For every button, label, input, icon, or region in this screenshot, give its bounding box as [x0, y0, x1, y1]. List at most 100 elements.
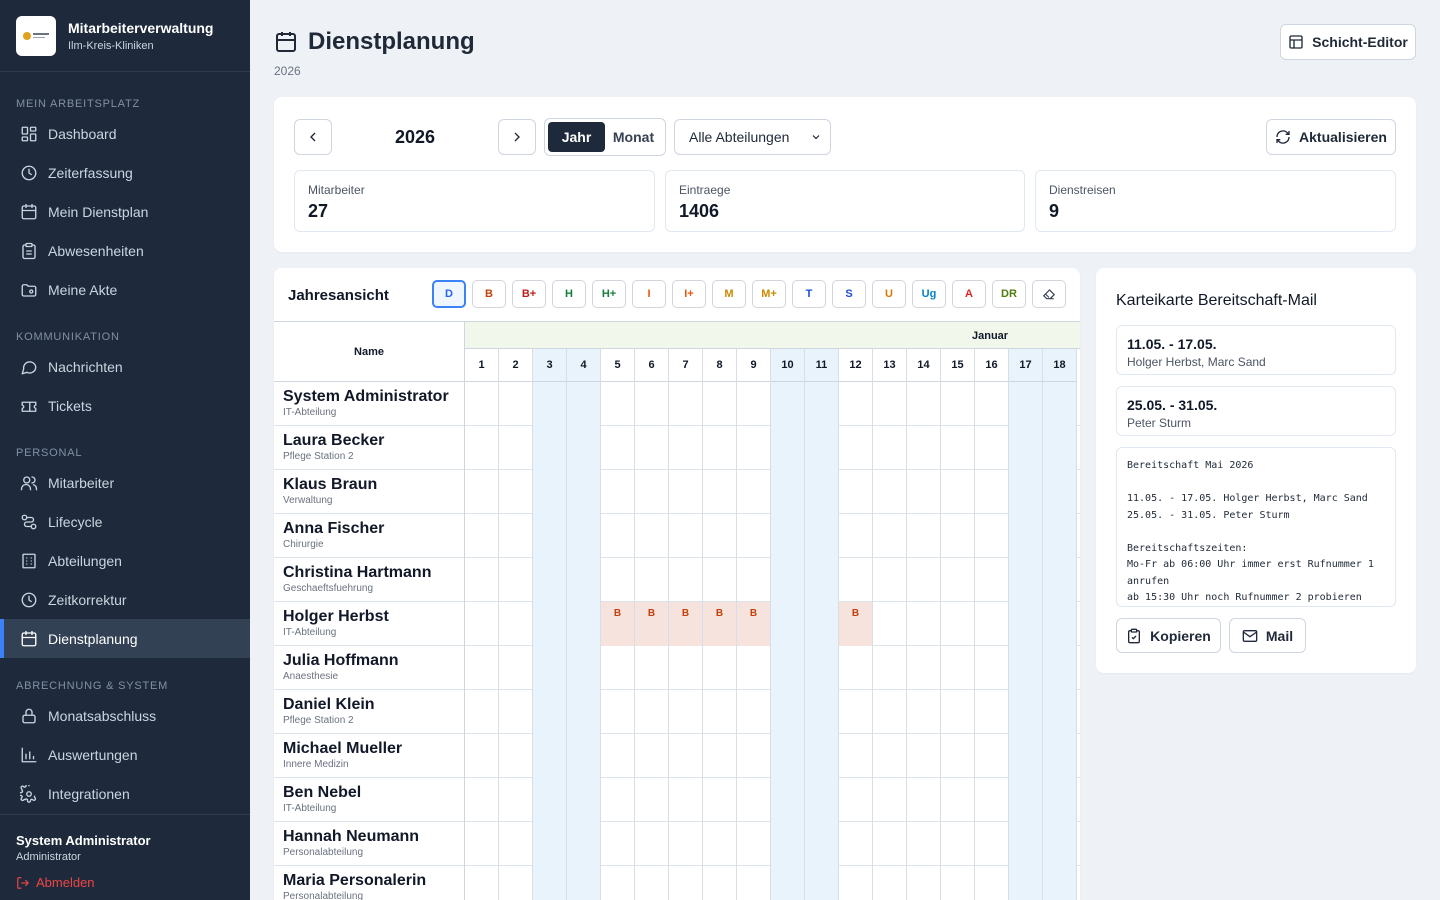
- schedule-cell[interactable]: [805, 866, 839, 900]
- shift-editor-button[interactable]: Schicht-Editor: [1280, 24, 1416, 60]
- sidebar-item-integrationen[interactable]: Integrationen: [0, 774, 250, 813]
- schedule-cell[interactable]: [567, 734, 601, 778]
- schedule-cell[interactable]: [771, 822, 805, 866]
- schedule-cell[interactable]: [771, 602, 805, 646]
- shift-code-button[interactable]: M: [712, 280, 746, 308]
- schedule-cell[interactable]: [499, 602, 533, 646]
- schedule-cell[interactable]: [669, 514, 703, 558]
- schedule-cell[interactable]: [465, 426, 499, 470]
- schedule-cell[interactable]: [839, 470, 873, 514]
- schedule-cell[interactable]: [1043, 734, 1077, 778]
- schedule-cell[interactable]: [499, 558, 533, 602]
- schedule-cell[interactable]: [703, 426, 737, 470]
- schedule-cell[interactable]: [975, 602, 1009, 646]
- schedule-cell[interactable]: [1043, 646, 1077, 690]
- schedule-cell[interactable]: [499, 514, 533, 558]
- schedule-cell[interactable]: [975, 426, 1009, 470]
- schedule-cell[interactable]: [465, 778, 499, 822]
- schedule-cell[interactable]: [1043, 602, 1077, 646]
- schedule-cell[interactable]: [1043, 822, 1077, 866]
- schedule-cell[interactable]: [601, 382, 635, 426]
- sidebar-item-abwesenheiten[interactable]: Abwesenheiten: [0, 231, 250, 270]
- schedule-cell[interactable]: [635, 558, 669, 602]
- schedule-cell[interactable]: [533, 734, 567, 778]
- schedule-cell[interactable]: [873, 778, 907, 822]
- schedule-cell[interactable]: [737, 734, 771, 778]
- schedule-cell[interactable]: [499, 690, 533, 734]
- schedule-cell[interactable]: [941, 382, 975, 426]
- schedule-cell[interactable]: [567, 558, 601, 602]
- schedule-cell[interactable]: [465, 470, 499, 514]
- schedule-cell[interactable]: [567, 514, 601, 558]
- schedule-cell[interactable]: [567, 470, 601, 514]
- schedule-cell[interactable]: [907, 426, 941, 470]
- schedule-cell[interactable]: [669, 734, 703, 778]
- schedule-cell[interactable]: [907, 602, 941, 646]
- sidebar-item-lifecycle[interactable]: Lifecycle: [0, 502, 250, 541]
- eraser-button[interactable]: [1032, 280, 1066, 308]
- schedule-cell[interactable]: [873, 646, 907, 690]
- shift-code-button[interactable]: U: [872, 280, 906, 308]
- mail-text-area[interactable]: Bereitschaft Mai 2026 11.05. - 17.05. Ho…: [1116, 447, 1396, 607]
- schedule-cell[interactable]: [1009, 822, 1043, 866]
- schedule-cell[interactable]: [669, 778, 703, 822]
- schedule-cell[interactable]: [805, 602, 839, 646]
- schedule-cell[interactable]: [499, 646, 533, 690]
- schedule-cell[interactable]: B: [601, 602, 635, 646]
- schedule-cell[interactable]: [839, 778, 873, 822]
- schedule-cell[interactable]: [533, 866, 567, 900]
- shift-code-button[interactable]: H: [552, 280, 586, 308]
- schedule-cell[interactable]: [737, 646, 771, 690]
- schedule-cell[interactable]: [805, 426, 839, 470]
- schedule-cell[interactable]: [601, 734, 635, 778]
- schedule-cell[interactable]: [601, 822, 635, 866]
- schedule-cell[interactable]: [873, 470, 907, 514]
- schedule-cell[interactable]: [567, 646, 601, 690]
- schedule-cell[interactable]: [805, 470, 839, 514]
- shift-code-button[interactable]: I+: [672, 280, 706, 308]
- schedule-cell[interactable]: [601, 690, 635, 734]
- schedule-cell[interactable]: [567, 778, 601, 822]
- schedule-cell[interactable]: [533, 426, 567, 470]
- schedule-cell[interactable]: [771, 470, 805, 514]
- shift-code-button[interactable]: S: [832, 280, 866, 308]
- schedule-cell[interactable]: [635, 426, 669, 470]
- schedule-cell[interactable]: [703, 734, 737, 778]
- schedule-cell[interactable]: [601, 778, 635, 822]
- schedule-cell[interactable]: [839, 866, 873, 900]
- schedule-cell[interactable]: [771, 866, 805, 900]
- schedule-cell[interactable]: B: [669, 602, 703, 646]
- schedule-cell[interactable]: [669, 822, 703, 866]
- schedule-cell[interactable]: [805, 558, 839, 602]
- schedule-cell[interactable]: [635, 822, 669, 866]
- schedule-cell[interactable]: [771, 690, 805, 734]
- schedule-cell[interactable]: [601, 470, 635, 514]
- schedule-cell[interactable]: [1009, 646, 1043, 690]
- schedule-cell[interactable]: [941, 602, 975, 646]
- schedule-cell[interactable]: [669, 470, 703, 514]
- standby-entry[interactable]: 11.05. - 17.05. Holger Herbst, Marc Sand: [1116, 325, 1396, 375]
- schedule-cell[interactable]: [1043, 426, 1077, 470]
- sidebar-item-zeiterfassung[interactable]: Zeiterfassung: [0, 153, 250, 192]
- schedule-cell[interactable]: [975, 866, 1009, 900]
- schedule-cell[interactable]: [669, 646, 703, 690]
- schedule-cell[interactable]: [975, 646, 1009, 690]
- schedule-cell[interactable]: [907, 778, 941, 822]
- sidebar-item-tickets[interactable]: Tickets: [0, 386, 250, 425]
- shift-code-button[interactable]: H+: [592, 280, 626, 308]
- schedule-cell[interactable]: [941, 734, 975, 778]
- schedule-cell[interactable]: [1009, 514, 1043, 558]
- schedule-cell[interactable]: [635, 514, 669, 558]
- schedule-cell[interactable]: [805, 778, 839, 822]
- shift-code-button[interactable]: D: [432, 280, 466, 308]
- schedule-cell[interactable]: [737, 866, 771, 900]
- schedule-cell[interactable]: [1043, 514, 1077, 558]
- schedule-cell[interactable]: [771, 382, 805, 426]
- schedule-cell[interactable]: [907, 558, 941, 602]
- schedule-cell[interactable]: [737, 558, 771, 602]
- schedule-cell[interactable]: [839, 822, 873, 866]
- schedule-cell[interactable]: [975, 734, 1009, 778]
- schedule-cell[interactable]: [567, 382, 601, 426]
- schedule-cell[interactable]: [873, 382, 907, 426]
- copy-button[interactable]: Kopieren: [1116, 618, 1221, 653]
